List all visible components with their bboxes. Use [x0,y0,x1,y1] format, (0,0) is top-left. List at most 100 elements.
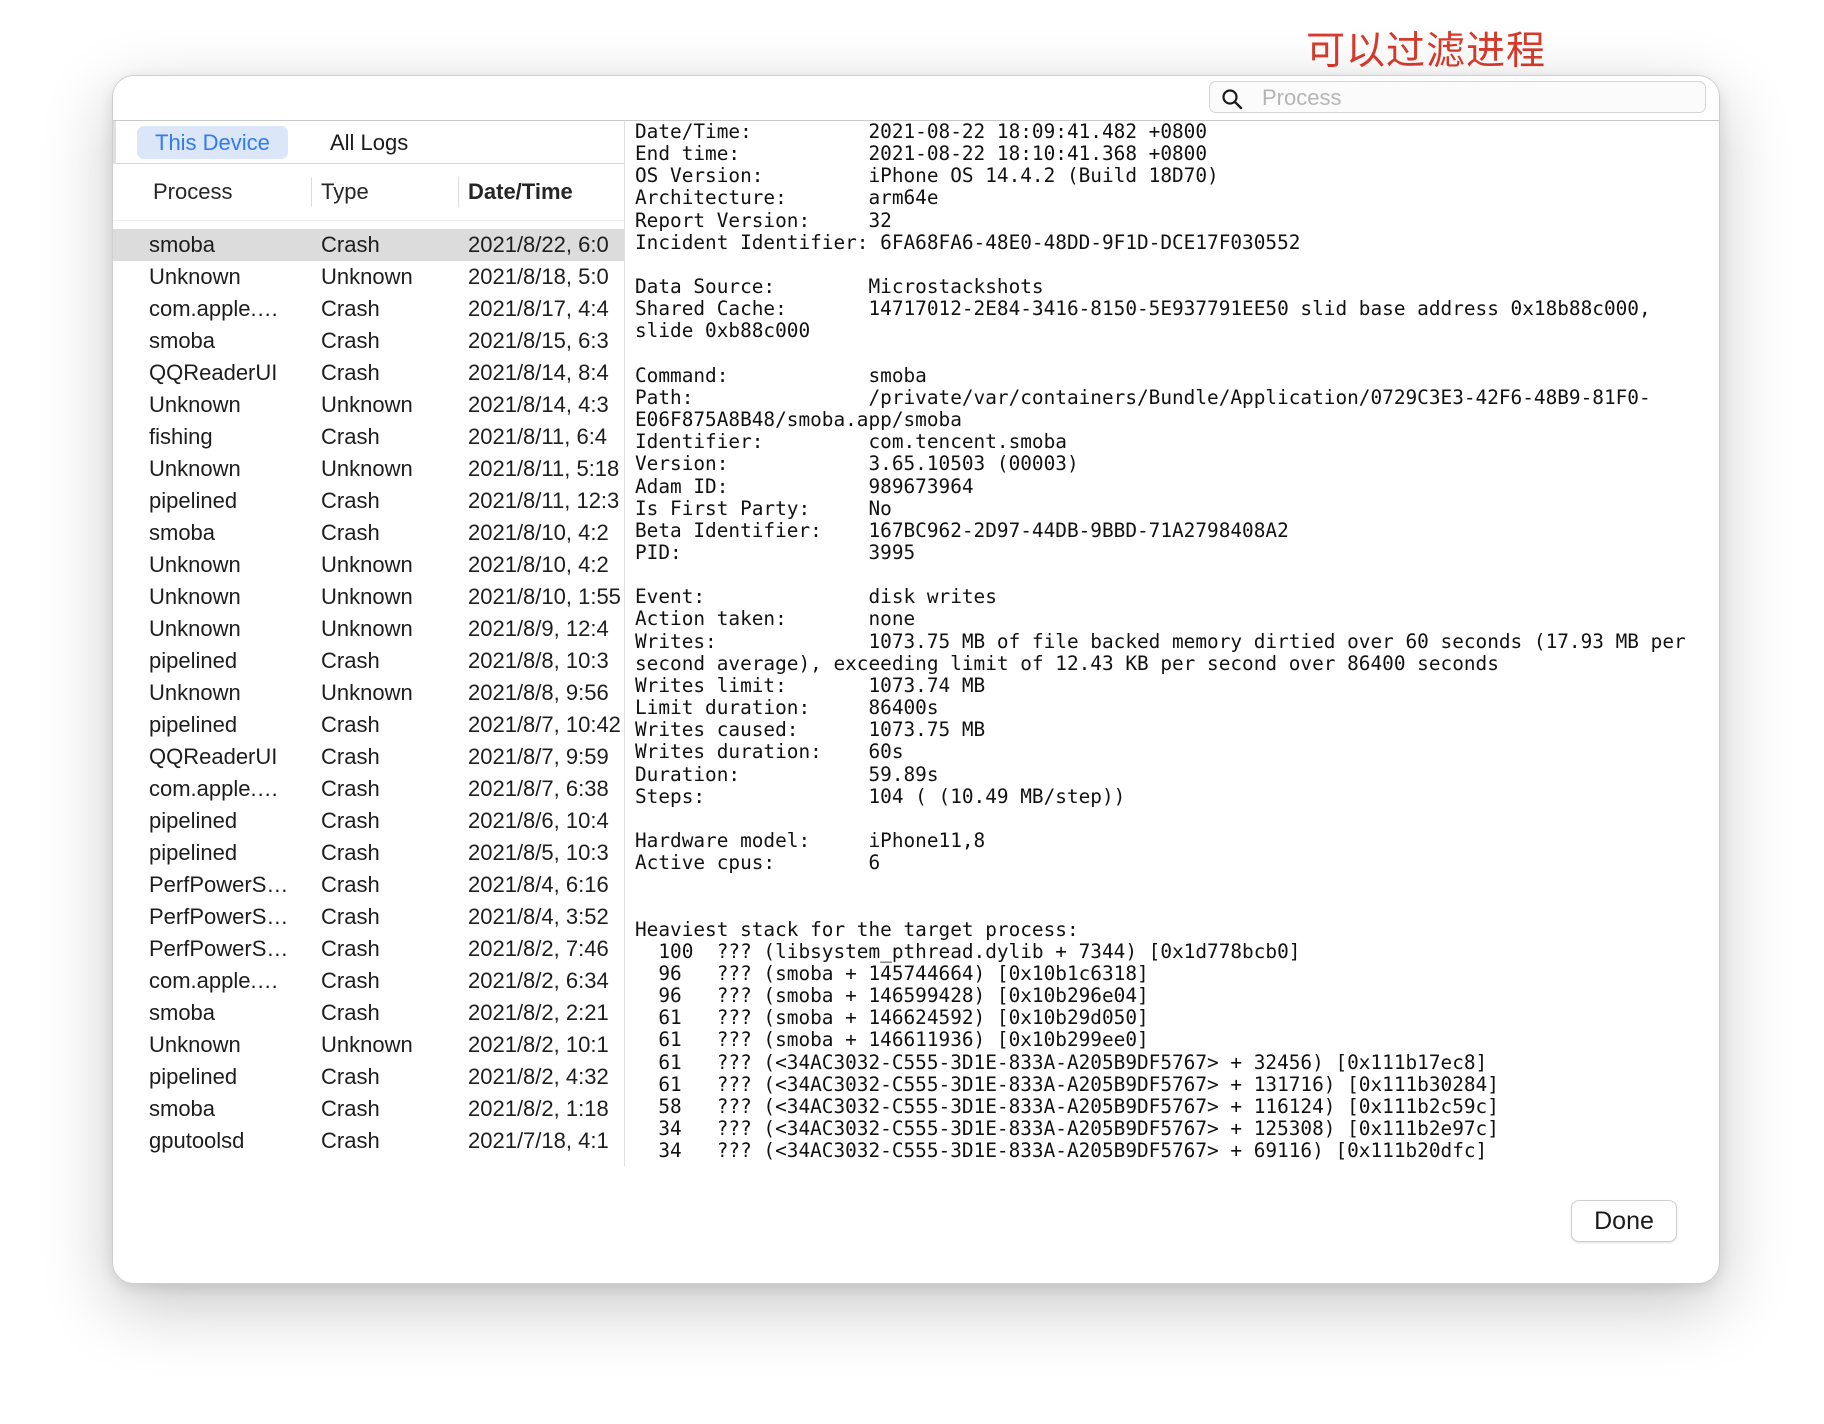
cell-date: 2021/8/10, 1:55 [468,584,621,609]
cell-date: 2021/8/2, 6:34 [468,968,609,993]
table-row[interactable]: pipelined Crash 2021/8/11, 12:3 [113,485,624,517]
report-line: 61 ??? (smoba + 146624592) [0x10b29d050] [635,1006,1149,1030]
report-line: E06F875A8B48/smoba.app/smoba [635,408,962,432]
cell-date: 2021/8/5, 10:3 [468,840,609,865]
report-line: Writes: 1073.75 MB of file backed memory… [635,629,1686,653]
cell-type: Crash [321,648,380,673]
cell-type: Unknown [321,392,413,417]
cell-process: gputoolsd [149,1128,245,1153]
cell-process: pipelined [149,840,238,865]
table-row[interactable]: pipelined Crash 2021/8/7, 10:42 [113,709,624,741]
table-row[interactable]: smoba Crash 2021/8/15, 6:3 [113,325,624,357]
report-line: End time: 2021-08-22 18:10:41.368 +0800 [635,142,1208,166]
table-row[interactable]: com.apple.W... Crash 2021/8/17, 4:4 [113,293,624,325]
table-row[interactable]: pipelined Crash 2021/8/8, 10:3 [113,645,624,677]
column-header-date[interactable]: Date/Time [468,177,573,207]
segment-this-device[interactable]: This Device [137,126,288,159]
table-row[interactable]: Unknown Unknown 2021/8/9, 12:4 [113,613,624,645]
report-detail-pane[interactable]: Date/Time: 2021-08-22 18:09:41.482 +0800… [625,121,1719,1161]
cell-process: pipelined [149,648,238,673]
search-field[interactable] [1209,81,1706,113]
cell-type: Unknown [321,1032,413,1057]
cell-date: 2021/8/7, 6:38 [468,776,609,801]
report-line: Duration: 59.89s [635,762,939,786]
cell-process: smoba [149,1000,216,1025]
table-row[interactable]: QQReaderUI Crash 2021/8/14, 8:4 [113,357,624,389]
report-line: PID: 3995 [635,540,916,564]
report-line: Incident Identifier: 6FA68FA6-48E0-48DD-… [635,230,1301,254]
report-line: 96 ??? (smoba + 146599428) [0x10b296e04] [635,984,1149,1008]
report-line: OS Version: iPhone OS 14.4.2 (Build 18D7… [635,164,1219,188]
cell-type: Crash [321,328,380,353]
cell-type: Crash [321,776,380,801]
column-header-process[interactable]: Process [153,177,232,207]
cell-type: Unknown [321,680,413,705]
cell-process: Unknown [149,392,241,417]
report-line: slide 0xb88c000 [635,319,811,343]
column-divider[interactable] [458,177,459,207]
table-row[interactable]: fishing Crash 2021/8/11, 6:4 [113,421,624,453]
cell-process: com.apple.W... [149,296,289,321]
report-line: 34 ??? (<34AC3032-C555-3D1E-833A-A205B9D… [635,1139,1488,1161]
cell-process: QQReaderUI [149,360,278,385]
cell-type: Unknown [321,584,413,609]
cell-date: 2021/8/14, 8:4 [468,360,609,385]
cell-date: 2021/8/2, 4:32 [468,1064,609,1089]
cell-type: Crash [321,744,380,769]
cell-type: Crash [321,936,380,961]
search-input[interactable] [1260,84,1694,112]
column-divider[interactable] [311,177,312,207]
table-row[interactable]: Unknown Unknown 2021/8/8, 9:56 [113,677,624,709]
cell-date: 2021/8/11, 12:3 [468,488,620,513]
cell-date: 2021/8/18, 5:0 [468,264,609,289]
table-row[interactable]: gputoolsd Crash 2021/7/18, 4:1 [113,1125,624,1157]
table-row[interactable]: com.apple.W... Crash 2021/8/2, 6:34 [113,965,624,997]
table-row[interactable]: smoba Crash 2021/8/2, 1:18 [113,1093,624,1125]
report-line: Identifier: com.tencent.smoba [635,430,1067,454]
cell-type: Crash [321,232,380,257]
table-row[interactable]: smoba Crash 2021/8/22, 6:0 [113,229,624,261]
report-line: Active cpus: 6 [635,851,881,875]
report-line: Limit duration: 86400s [635,696,939,720]
table-row[interactable]: Unknown Unknown 2021/8/2, 10:1 [113,1029,624,1061]
table-row[interactable]: QQReaderUI Crash 2021/8/7, 9:59 [113,741,624,773]
cell-process: Unknown [149,456,241,481]
table-row[interactable]: Unknown Unknown 2021/8/18, 5:0 [113,261,624,293]
report-line: Writes limit: 1073.74 MB [635,673,986,697]
report-line: Path: /private/var/containers/Bundle/App… [635,385,1651,409]
report-line: Data Source: Microstackshots [635,275,1044,299]
column-header-type[interactable]: Type [321,177,369,207]
table-row[interactable]: pipelined Crash 2021/8/2, 4:32 [113,1061,624,1093]
cell-process: pipelined [149,712,238,737]
table-row[interactable]: Unknown Unknown 2021/8/11, 5:18 [113,453,624,485]
report-line: 58 ??? (<34AC3032-C555-3D1E-833A-A205B9D… [635,1094,1499,1118]
cell-process: com.apple.W... [149,776,289,801]
table-row[interactable]: pipelined Crash 2021/8/5, 10:3 [113,837,624,869]
table-row[interactable]: Unknown Unknown 2021/8/14, 4:3 [113,389,624,421]
cell-type: Crash [321,360,380,385]
report-line: Writes caused: 1073.75 MB [635,718,986,742]
cell-type: Crash [321,968,380,993]
table-row[interactable]: com.apple.W... Crash 2021/8/7, 6:38 [113,773,624,805]
table-row[interactable]: Unknown Unknown 2021/8/10, 1:55 [113,581,624,613]
table-row[interactable]: PerfPowerSe... Crash 2021/8/4, 3:52 [113,901,624,933]
cell-process: smoba [149,1096,216,1121]
cell-type: Crash [321,520,380,545]
cell-process: Unknown [149,616,241,641]
cell-date: 2021/8/2, 2:21 [468,1000,609,1025]
cell-process: Unknown [149,1032,241,1057]
table-row[interactable]: PerfPowerSe... Crash 2021/8/4, 6:16 [113,869,624,901]
table-row[interactable]: pipelined Crash 2021/8/6, 10:4 [113,805,624,837]
segment-all-logs[interactable]: All Logs [312,126,426,159]
table-row[interactable]: smoba Crash 2021/8/2, 2:21 [113,997,624,1029]
table-row[interactable]: Unknown Unknown 2021/8/10, 4:2 [113,549,624,581]
table-row[interactable]: smoba Crash 2021/8/10, 4:2 [113,517,624,549]
annotation-caption: 可以过滤进程 [1306,29,1547,74]
cell-date: 2021/8/7, 10:42 [468,712,621,737]
report-line: Is First Party: No [635,496,892,520]
table-row[interactable]: PerfPowerSe... Crash 2021/8/2, 7:46 [113,933,624,965]
cell-process: smoba [149,232,216,257]
cell-date: 2021/8/14, 4:3 [468,392,609,417]
report-line: Shared Cache: 14717012-2E84-3416-8150-5E… [635,297,1651,321]
done-button[interactable]: Done [1571,1200,1677,1242]
